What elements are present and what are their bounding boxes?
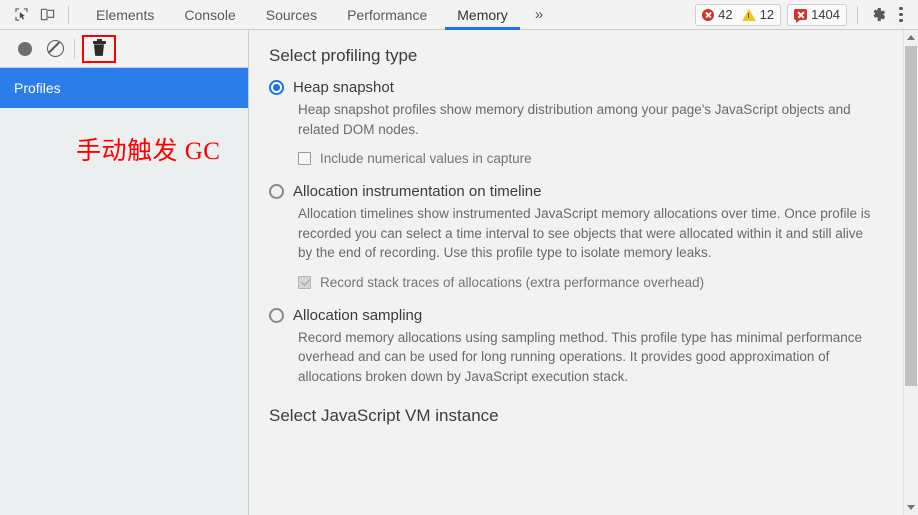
collect-garbage-button[interactable] [82, 34, 116, 63]
memory-sidebar: Profiles 手动触发 GC [0, 30, 249, 515]
message-count-badge[interactable]: 1404 [794, 7, 840, 23]
radio-heap-snapshot[interactable] [269, 80, 284, 95]
warning-triangle-icon [741, 8, 756, 21]
scroll-down-arrow-icon[interactable] [904, 500, 918, 515]
checkbox-label: Record stack traces of allocations (extr… [320, 274, 705, 290]
checkbox-row-numerical-values[interactable]: Include numerical values in capture [298, 151, 881, 166]
tab-label: Performance [347, 6, 428, 23]
toolbar-divider-right [857, 5, 858, 24]
record-circle-icon [18, 41, 32, 56]
panel-tabs: Elements Console Sources Performance Mem… [81, 0, 555, 30]
devtools-body: Profiles 手动触发 GC Select profiling type H… [0, 30, 918, 515]
profile-launcher-content: Select profiling type Heap snapshot Heap… [249, 30, 903, 515]
warning-count-badge[interactable]: 12 [741, 7, 775, 22]
checkbox-record-stack-traces[interactable] [298, 275, 311, 289]
tab-label: Sources [265, 6, 318, 23]
more-tabs-chevron-icon[interactable]: » [523, 0, 555, 30]
inspect-cursor-icon[interactable] [8, 3, 34, 27]
message-error-icon [794, 9, 808, 23]
tab-label: Elements [96, 6, 155, 23]
warning-count: 12 [759, 7, 775, 22]
scroll-up-arrow-icon[interactable] [904, 30, 918, 45]
error-count-badge[interactable]: 42 [702, 7, 733, 22]
tab-console[interactable]: Console [169, 0, 250, 30]
profile-option-allocation-sampling: Allocation sampling Record memory alloca… [269, 307, 881, 387]
sidebar-item-profiles[interactable]: Profiles [0, 68, 248, 108]
checkbox-row-record-stack-traces[interactable]: Record stack traces of allocations (extr… [298, 275, 881, 290]
option-label: Allocation sampling [293, 306, 423, 324]
option-description: Allocation timelines show instrumented J… [298, 206, 871, 260]
radio-row-allocation-sampling[interactable]: Allocation sampling [269, 307, 881, 324]
radio-row-allocation-instrumentation[interactable]: Allocation instrumentation on timeline [269, 183, 881, 200]
kebab-menu-icon[interactable] [890, 3, 912, 27]
radio-row-heap-snapshot[interactable]: Heap snapshot [269, 79, 881, 96]
message-count: 1404 [811, 7, 840, 22]
device-toolbar-icon[interactable] [34, 3, 60, 27]
profile-option-heap-snapshot: Heap snapshot Heap snapshot profiles sho… [269, 79, 881, 166]
page-title: Select profiling type [269, 46, 418, 65]
sidebar-empty-area [0, 108, 248, 515]
scrollbar-thumb[interactable] [905, 46, 917, 386]
option-description: Heap snapshot profiles show memory distr… [298, 102, 851, 137]
issue-counters: 42 12 [695, 3, 782, 26]
vm-instance-title: Select JavaScript VM instance [269, 406, 499, 425]
toolbar-right-group: 42 12 1404 [695, 3, 912, 27]
error-count: 42 [718, 7, 733, 22]
radio-allocation-sampling[interactable] [269, 307, 284, 323]
record-button[interactable] [10, 35, 40, 63]
devtools-window: Elements Console Sources Performance Mem… [0, 0, 918, 515]
sidebar-item-label: Profiles [14, 80, 61, 96]
option-label: Allocation instrumentation on timeline [293, 183, 542, 200]
devtools-toolbar: Elements Console Sources Performance Mem… [0, 0, 918, 30]
checkbox-include-numerical-values[interactable] [298, 152, 311, 165]
option-description: Record memory allocations using sampling… [298, 329, 863, 384]
option-label: Heap snapshot [293, 79, 394, 96]
clear-no-entry-icon [46, 40, 64, 57]
radio-allocation-instrumentation[interactable] [269, 184, 284, 199]
gear-icon[interactable] [866, 3, 890, 27]
profile-launcher-view: Select profiling type Heap snapshot Heap… [249, 30, 918, 515]
error-icon [702, 8, 715, 21]
sidebar-toolbar-divider [74, 38, 75, 59]
message-counter: 1404 [787, 3, 847, 26]
trash-collect-garbage-icon [92, 39, 106, 56]
main-scrollbar[interactable] [903, 30, 918, 515]
toolbar-divider [68, 5, 69, 24]
clear-profiles-button[interactable] [40, 35, 70, 63]
tab-performance[interactable]: Performance [332, 0, 442, 30]
tab-memory[interactable]: Memory [442, 0, 523, 30]
profile-option-allocation-instrumentation: Allocation instrumentation on timeline A… [269, 183, 881, 290]
tab-sources[interactable]: Sources [251, 0, 332, 30]
tab-label: Console [184, 6, 236, 23]
sidebar-toolbar [0, 30, 248, 68]
tab-elements[interactable]: Elements [81, 0, 169, 30]
tab-label: Memory [457, 6, 508, 23]
checkbox-label: Include numerical values in capture [320, 151, 532, 166]
